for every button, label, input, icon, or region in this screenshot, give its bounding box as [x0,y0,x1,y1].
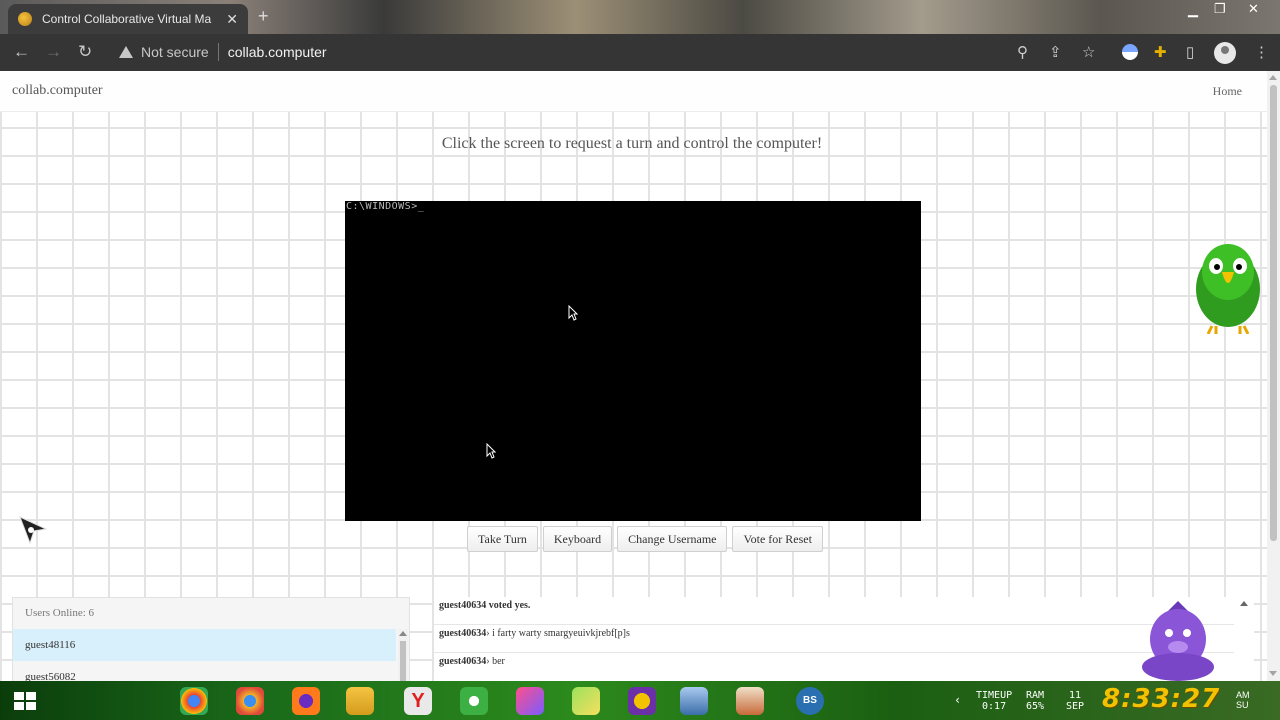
extensions-puzzle-icon[interactable]: ✚ [1154,43,1167,61]
chat-message: guest40634› ber [434,653,1234,681]
chat-message: guest40634 voted yes. [434,597,1234,625]
clock-weekday: SU [1236,700,1249,710]
reload-icon[interactable]: ↻ [78,42,92,62]
app-notes-icon[interactable] [572,687,600,715]
extension-icon[interactable] [1122,44,1138,60]
scroll-up-icon[interactable] [399,631,407,636]
site-favicon-icon [18,12,32,26]
bird-cursor-icon [19,516,48,545]
warning-icon [119,46,133,58]
profile-avatar[interactable] [1214,42,1236,64]
chat-username: guest40634 [439,600,487,611]
chat-text: i farty warty smargyeuivkjrebf[p]s [492,628,630,639]
vm-mouse-cursor-icon [568,305,578,321]
change-username-button[interactable]: Change Username [617,526,728,552]
date-month: SEP [1066,701,1085,712]
site-navbar: collab.computer Home [0,71,1267,112]
back-icon[interactable]: ← [13,42,30,62]
chat-username: guest40634 [439,656,487,667]
browser-tab-strip: Control Collaborative Virtual Ma ✕ + ▁ ❐… [0,0,1280,34]
tab-title: Control Collaborative Virtual Ma [42,12,212,26]
chat-text: voted yes. [488,600,531,611]
user-list-item[interactable]: guest56082 [13,661,396,681]
security-label: Not secure [141,44,209,60]
forward-icon[interactable]: → [45,42,62,62]
window-close-icon[interactable]: ✕ [1248,1,1259,17]
timeup-readout: TIMEUP 0:17 [976,690,1012,712]
new-tab-button[interactable]: + [258,6,269,27]
app-leaf-icon[interactable] [460,687,488,715]
vm-screen[interactable]: C:\WINDOWS>_ [345,201,921,521]
page-scroll-thumb[interactable] [1270,85,1277,541]
purple-creature-icon [1142,601,1214,681]
date-readout: 11 SEP [1066,690,1084,712]
home-link[interactable]: Home [1213,84,1242,99]
chat-panel: guest40634 voted yes. guest40634› i fart… [434,597,1254,681]
clock-ampm-label: AM [1236,690,1250,700]
vm-controls: Take Turn Keyboard Change Username Vote … [467,526,823,552]
chat-text: ber [492,656,505,667]
keyboard-button[interactable]: Keyboard [542,526,613,552]
scroll-up-icon[interactable] [1269,75,1277,80]
yahoo-messenger-icon[interactable] [628,687,656,715]
users-scrollbar[interactable] [398,629,408,681]
tray-chevron-icon[interactable]: ‹ [954,694,961,706]
page-scrollbar[interactable] [1267,71,1280,681]
timeup-label: TIMEUP [976,690,1013,701]
take-turn-button[interactable]: Take Turn [467,526,538,552]
browser-toolbar: ← → ↻ Not secure collab.computer ⚲ ⇪ ☆ ✚… [0,34,1280,71]
app-window-icon[interactable] [680,687,708,715]
start-windows-icon[interactable] [14,692,36,710]
app-paint-icon[interactable] [736,687,764,715]
app-gem-icon[interactable] [516,687,544,715]
side-panel-icon[interactable]: ▯ [1186,43,1194,61]
browser-tab[interactable]: Control Collaborative Virtual Ma ✕ [8,4,248,34]
users-scroll-thumb[interactable] [400,641,406,681]
scroll-down-icon[interactable] [1269,671,1277,676]
user-list-item[interactable]: guest48116 [13,629,396,661]
date-day: 11 [1069,690,1082,701]
vote-reset-button[interactable]: Vote for Reset [732,526,823,552]
bluestacks-icon[interactable]: BS [796,687,824,715]
ram-label: RAM [1026,690,1045,701]
instruction-text: Click the screen to request a turn and c… [441,135,823,152]
chat-username: guest40634 [439,628,487,639]
share-icon[interactable]: ⇪ [1049,43,1062,61]
omnibox-divider [217,43,219,61]
clock-ampm: AM SU [1236,690,1250,710]
users-online-panel: Users Online: 6 guest48116 guest56082 [12,597,410,681]
bookmark-star-icon[interactable]: ☆ [1082,43,1095,61]
vm-prompt: C:\WINDOWS>_ [346,201,425,212]
url-text[interactable]: collab.computer [228,44,327,60]
file-explorer-icon[interactable] [346,687,374,715]
green-parrot-icon [1196,244,1260,334]
vm-mouse-cursor-icon [486,443,496,459]
site-brand[interactable]: collab.computer [12,83,103,99]
address-bar[interactable]: Not secure collab.computer [112,41,327,63]
zoom-icon[interactable]: ⚲ [1017,43,1028,61]
chat-message: guest40634› i farty warty smargyeuivkjre… [434,625,1234,653]
tab-close-icon[interactable]: ✕ [226,11,238,28]
timeup-value: 0:17 [982,701,1007,712]
ram-readout: RAM 65% [1026,690,1044,712]
users-online-count: Users Online: 6 [25,607,95,619]
ram-value: 65% [1026,701,1045,712]
desktop-clock: 8:33:27 [1102,684,1221,714]
minimize-icon[interactable]: ▁ [1188,2,1198,18]
yandex-browser-icon[interactable]: Y [404,687,432,715]
chrome-canary-icon[interactable] [236,687,264,715]
chat-scroll-up-icon[interactable] [1240,601,1248,606]
menu-kebab-icon[interactable]: ⋮ [1254,43,1269,61]
page-viewport: collab.computer Home Click the screen to… [0,71,1267,681]
firefox-icon[interactable] [292,687,320,715]
os-taskbar: Y BS ‹ TIMEUP 0:17 RAM 65% 11 SEP [0,681,1280,720]
chrome-icon[interactable] [180,687,208,715]
restore-icon[interactable]: ❐ [1214,1,1226,17]
